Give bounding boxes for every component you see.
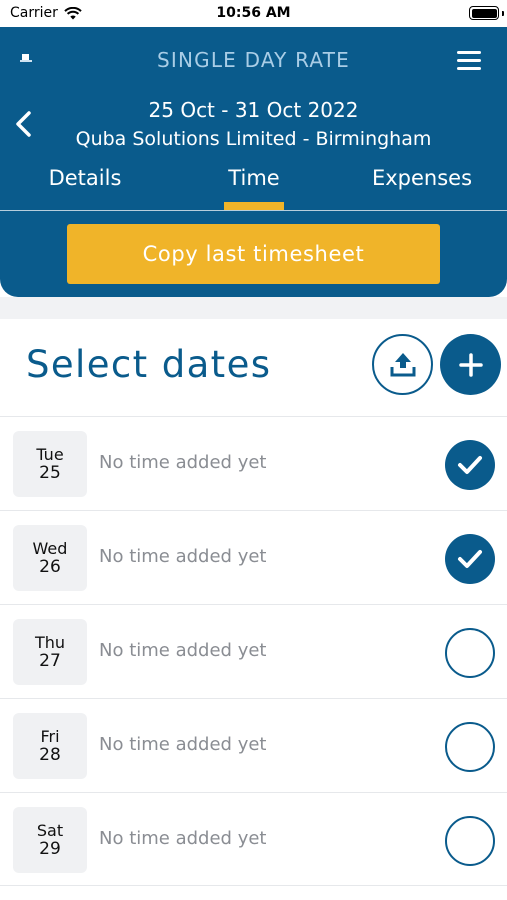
day-checkbox[interactable]	[445, 440, 495, 490]
date-range: 25 Oct - 31 Oct 2022	[148, 98, 359, 122]
day-checkbox[interactable]	[445, 628, 495, 678]
day-status: No time added yet	[99, 640, 267, 661]
section-title: Select dates	[26, 343, 272, 386]
status-time: 10:56 AM	[216, 5, 291, 21]
day-name: Tue	[36, 445, 64, 464]
day-name: Fri	[40, 727, 60, 746]
copy-last-timesheet-button[interactable]: Copy last timesheet	[67, 224, 440, 284]
day-row[interactable]: Tue 25 No time added yet	[0, 416, 507, 510]
battery-icon	[469, 6, 499, 20]
day-number: 27	[39, 651, 61, 671]
hamburger-menu-icon[interactable]	[457, 51, 481, 71]
day-name: Thu	[34, 633, 66, 652]
day-row[interactable]: Wed 26 No time added yet	[0, 510, 507, 604]
day-name: Wed	[32, 539, 68, 558]
day-status: No time added yet	[99, 546, 267, 567]
day-badge: Thu 27	[13, 619, 87, 685]
day-name: Sat	[36, 821, 64, 840]
header: SINGLE DAY RATE 25 Oct - 31 Oct 2022 Qub…	[0, 27, 507, 297]
day-row[interactable]: Thu 27 No time added yet	[0, 604, 507, 698]
day-badge: Tue 25	[13, 431, 87, 497]
day-checkbox[interactable]	[445, 722, 495, 772]
section-spacer	[0, 297, 507, 319]
active-tab-indicator	[224, 202, 284, 210]
day-number: 28	[39, 745, 61, 765]
day-status: No time added yet	[99, 452, 267, 473]
upload-button[interactable]	[372, 334, 433, 395]
day-badge: Fri 28	[13, 713, 87, 779]
tab-expenses[interactable]: Expenses	[352, 166, 492, 190]
day-badge: Wed 26	[13, 525, 87, 591]
checkmark-icon	[458, 550, 482, 568]
day-row[interactable]: Sat 29 No time added yet	[0, 792, 507, 886]
day-number: 29	[39, 839, 61, 859]
tab-time[interactable]: Time	[204, 166, 304, 190]
tab-details[interactable]: Details	[20, 166, 150, 190]
client-name: Quba Solutions Limited - Birmingham	[75, 128, 432, 150]
day-checkbox[interactable]	[445, 816, 495, 866]
upload-icon	[390, 352, 415, 376]
checkmark-icon	[458, 456, 482, 474]
day-checkbox[interactable]	[445, 534, 495, 584]
day-status: No time added yet	[99, 828, 267, 849]
day-badge: Sat 29	[13, 807, 87, 873]
day-status: No time added yet	[99, 734, 267, 755]
day-row[interactable]: Fri 28 No time added yet	[0, 698, 507, 792]
status-bar: Carrier 10:56 AM	[0, 0, 507, 27]
day-number: 25	[39, 463, 61, 483]
tab-divider	[0, 210, 507, 211]
plus-icon	[458, 352, 483, 377]
page-title: SINGLE DAY RATE	[156, 48, 350, 72]
add-button[interactable]	[440, 334, 501, 395]
day-number: 26	[39, 557, 61, 577]
